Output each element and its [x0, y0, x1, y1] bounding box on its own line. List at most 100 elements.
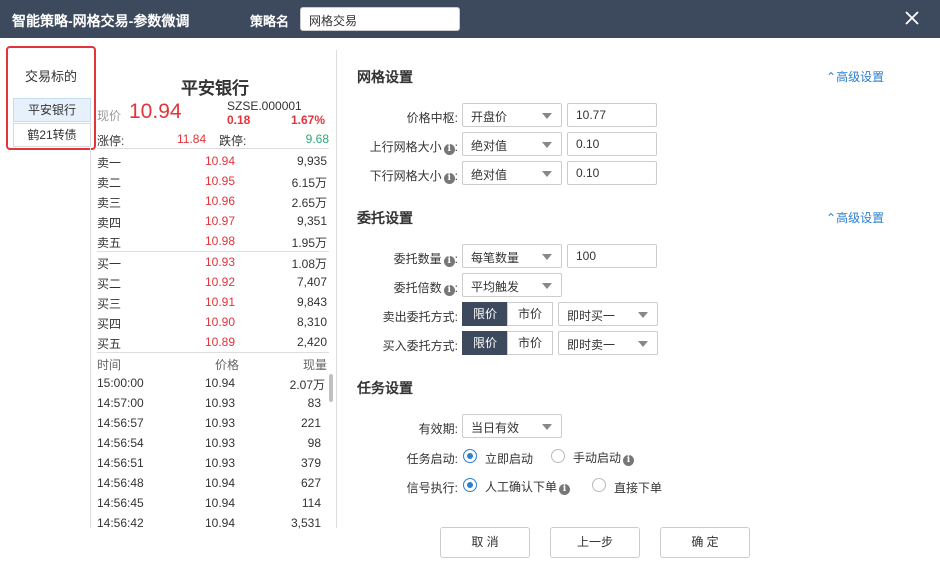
up-grid-select[interactable]: 绝对值	[462, 132, 562, 156]
trade-price: 10.93	[205, 416, 236, 430]
down-grid-input[interactable]: 0.10	[567, 161, 657, 185]
sell-price-select[interactable]: 即时买一	[558, 302, 658, 326]
sell-limit-button[interactable]: 限价	[462, 302, 508, 326]
order-mult-select[interactable]: 平均触发	[462, 273, 562, 297]
buy-price-select[interactable]: 即时卖一	[558, 331, 658, 355]
info-icon[interactable]: i	[559, 484, 571, 495]
order-advanced-link[interactable]: ⌃高级设置	[826, 209, 884, 226]
info-icon[interactable]: i	[443, 256, 455, 267]
ask-row: 卖三 10.96 2.65万	[97, 191, 329, 211]
signal-confirm-radio[interactable]	[463, 478, 477, 492]
prev-step-button[interactable]: 上一步	[550, 527, 640, 558]
ask-price: 10.95	[205, 174, 236, 188]
ask-volume: 1.95万	[291, 236, 327, 250]
info-icon[interactable]: i	[623, 455, 635, 466]
trade-time: 14:56:42	[97, 516, 144, 530]
signal-exec-label: 信号执行:	[406, 481, 458, 495]
trades-header: 时间 价格 现量	[97, 353, 329, 373]
order-settings-title: 委托设置	[357, 210, 413, 226]
info-icon[interactable]: i	[443, 285, 455, 296]
bid-price: 10.91	[205, 295, 236, 309]
order-qty-select[interactable]: 每笔数量	[462, 244, 562, 268]
bid-price: 10.89	[205, 335, 236, 349]
bid-row: 买五 10.89 2,420	[97, 332, 329, 352]
signal-direct-radio[interactable]	[592, 478, 606, 492]
up-grid-label-text: 上行网格大小	[369, 140, 442, 154]
trade-time: 14:56:48	[97, 476, 144, 490]
ask-row: 卖一 10.94 9,935	[97, 151, 329, 171]
sell-price-select-value: 即时买一	[567, 309, 616, 323]
ask-volume: 9,935	[296, 154, 327, 168]
trades-scrollbar[interactable]	[329, 374, 333, 402]
start-now-radio[interactable]	[463, 449, 477, 463]
info-icon[interactable]: i	[443, 144, 455, 155]
grid-settings-title: 网格设置	[357, 69, 413, 85]
up-grid-input[interactable]: 0.10	[567, 132, 657, 156]
order-mult-select-value: 平均触发	[471, 280, 520, 294]
signal-direct-label: 直接下单	[614, 481, 663, 495]
chevron-up-icon: ⌃	[826, 211, 837, 225]
trade-row: 14:56:54 10.93 98	[97, 433, 329, 453]
bid-label: 买四	[97, 317, 122, 331]
buy-market-button[interactable]: 市价	[507, 331, 553, 355]
trade-price: 10.94	[205, 476, 236, 490]
ask-price: 10.96	[205, 194, 236, 208]
caret-down-icon	[542, 254, 552, 260]
title-bar: 智能策略-网格交易-参数微调 策略名 网格交易	[0, 0, 940, 38]
signal-confirm-label: 人工确认下单 i	[485, 478, 571, 495]
bid-price: 10.90	[205, 315, 236, 329]
down-grid-select[interactable]: 绝对值	[462, 161, 562, 185]
caret-down-icon	[542, 283, 552, 289]
trade-row: 15:00:00 10.94 2.07万	[97, 373, 329, 393]
ask-volume: 9,351	[296, 214, 327, 228]
up-grid-select-value: 绝对值	[471, 139, 508, 153]
buy-limit-button[interactable]: 限价	[462, 331, 508, 355]
order-mult-label-text: 委托倍数	[393, 281, 442, 295]
order-qty-label: 委托数量 i:	[393, 252, 458, 267]
confirm-button[interactable]: 确 定	[660, 527, 750, 558]
buy-method-label: 买入委托方式:	[382, 339, 458, 353]
trade-volume: 2.07万	[289, 378, 325, 392]
trade-time: 14:57:00	[97, 396, 144, 410]
bid-label: 买三	[97, 297, 122, 311]
target-item-he21[interactable]: 鹤21转债	[13, 123, 91, 147]
info-icon[interactable]: i	[443, 173, 455, 184]
grid-advanced-link[interactable]: ⌃高级设置	[826, 68, 884, 85]
bid-volume: 9,843	[296, 295, 327, 309]
order-qty-label-text: 委托数量	[393, 252, 442, 266]
trade-row: 14:57:00 10.93 83	[97, 393, 329, 413]
bid-label: 买一	[97, 257, 122, 271]
limit-up-label: 涨停:	[97, 134, 125, 148]
stock-name: 平安银行	[181, 79, 249, 98]
down-grid-label-text: 下行网格大小	[369, 169, 442, 183]
target-item-pingan[interactable]: 平安银行	[13, 98, 91, 122]
valid-period-select[interactable]: 当日有效	[462, 414, 562, 438]
strategy-name-input[interactable]: 网格交易	[300, 7, 460, 31]
ask-label: 卖一	[97, 156, 122, 170]
trade-volume: 114	[301, 496, 321, 510]
grid-advanced-label: 高级设置	[836, 70, 885, 84]
valid-period-select-value: 当日有效	[471, 421, 520, 435]
valid-period-label: 有效期:	[418, 422, 458, 436]
bid-row: 买一 10.93 1.08万	[97, 252, 329, 272]
ask-label: 卖三	[97, 196, 122, 210]
price-center-select[interactable]: 开盘价	[462, 103, 562, 127]
sell-market-button[interactable]: 市价	[507, 302, 553, 326]
trade-price: 10.93	[205, 396, 236, 410]
order-qty-input[interactable]: 100	[567, 244, 657, 268]
start-manual-radio[interactable]	[551, 449, 565, 463]
bid-label: 买二	[97, 277, 122, 291]
bid-row: 买二 10.92 7,407	[97, 272, 329, 292]
up-grid-label: 上行网格大小 i:	[369, 140, 458, 155]
price-center-input[interactable]: 10.77	[567, 103, 657, 127]
trade-volume: 3,531	[290, 516, 321, 530]
trades-header-volume: 现量	[302, 358, 327, 372]
trade-volume: 98	[307, 436, 321, 450]
ask-label: 卖二	[97, 176, 122, 190]
ask-price: 10.97	[205, 214, 236, 228]
trade-row: 14:56:42 10.94 3,531	[97, 513, 329, 533]
trade-time: 15:00:00	[97, 376, 144, 390]
cancel-button[interactable]: 取 消	[440, 527, 530, 558]
ask-row: 卖四 10.97 9,351	[97, 211, 329, 231]
close-icon[interactable]	[900, 6, 924, 30]
